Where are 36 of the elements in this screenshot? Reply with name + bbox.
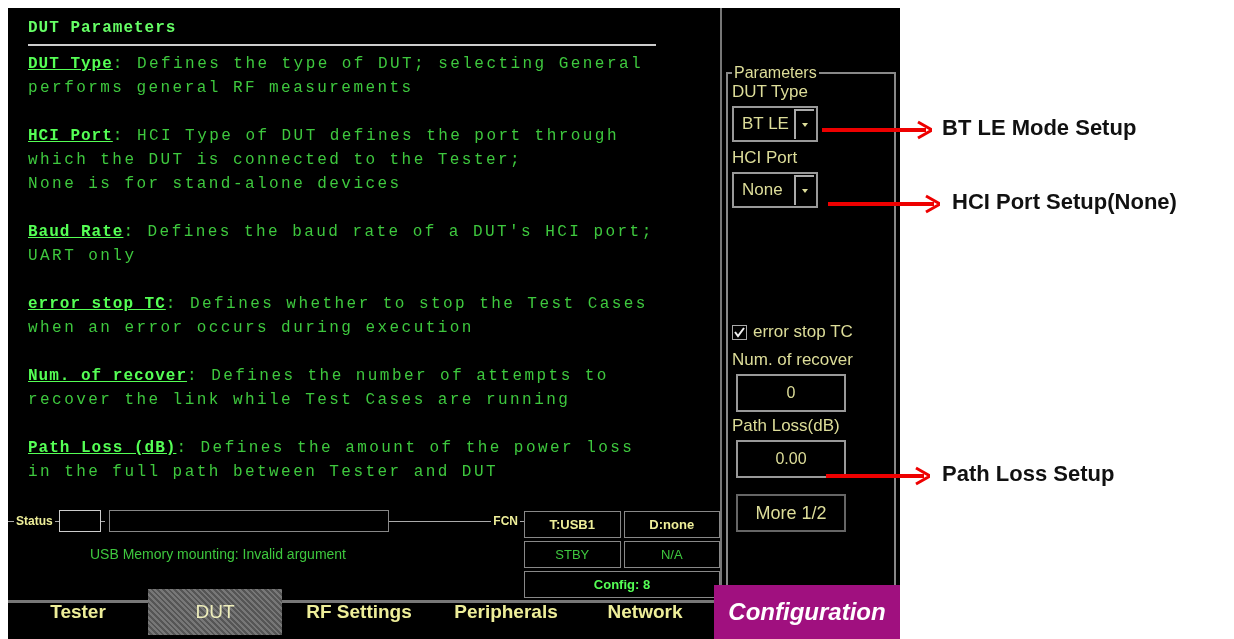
panel-title: Parameters [733,64,818,82]
dut-type-dropdown[interactable]: BT LE [732,106,818,142]
caret-icon [794,175,814,205]
help-paragraph: error stop TC: Defines whether to stop the Test Cases when an error occurs during execution [28,294,649,339]
status-cell: N/A [623,541,720,568]
help-paragraph: Baud Rate: Defines the baud rate of a DUT's HCI port; UART only [28,222,655,267]
help-paragraph: Num. of recover: Defines the number of attempts to recover the link while Test Cases are running [28,366,610,411]
tab[interactable]: DUT [148,589,282,635]
checkbox[interactable] [732,324,747,340]
status-message: USB Memory mounting: Invalid argument [89,546,347,562]
status-cell: STBY [524,541,621,568]
status-cell: T:USB1 [524,511,621,538]
field-label: DUT Type [732,82,809,102]
field-label: Num. of recover [732,350,854,370]
status-cell: D:none [623,511,720,538]
checkbox-label: error stop TC [753,322,853,342]
more-button[interactable]: More 1/2 [736,494,846,532]
mode-title: Configuration [714,585,900,639]
help-paragraph: HCI Port: HCI Type of DUT defines the port through which the DUT is connected to the Tester; None is for stand-alone devices [28,126,620,195]
annotation-label: BT LE Mode Setup [942,115,1137,141]
field-label: HCI Port [732,148,799,168]
field-label: Path Loss(dB) [732,416,841,436]
fcn-label: FCN [492,514,519,528]
tab[interactable]: Tester [8,589,148,635]
hci-port-dropdown[interactable]: None [732,172,818,208]
status-indicator [58,510,101,532]
input-field[interactable]: 0.00 [736,440,846,478]
caret-icon [794,109,814,139]
annotation-label: Path Loss Setup [942,461,1115,487]
tab[interactable]: RF Settings [282,589,436,635]
help-paragraph: DUT Type: Defines the type of DUT; selecting General performs general RF measurements [28,54,645,99]
input-field[interactable]: 0 [736,374,846,412]
status-label: Status [15,514,54,528]
annotation-label: HCI Port Setup(None) [952,189,1177,215]
help-paragraph: Path Loss (dB): Defines the amount of the power loss in the full path between Tester and DUT [28,438,636,483]
help-title: DUT Parameters [28,16,657,46]
